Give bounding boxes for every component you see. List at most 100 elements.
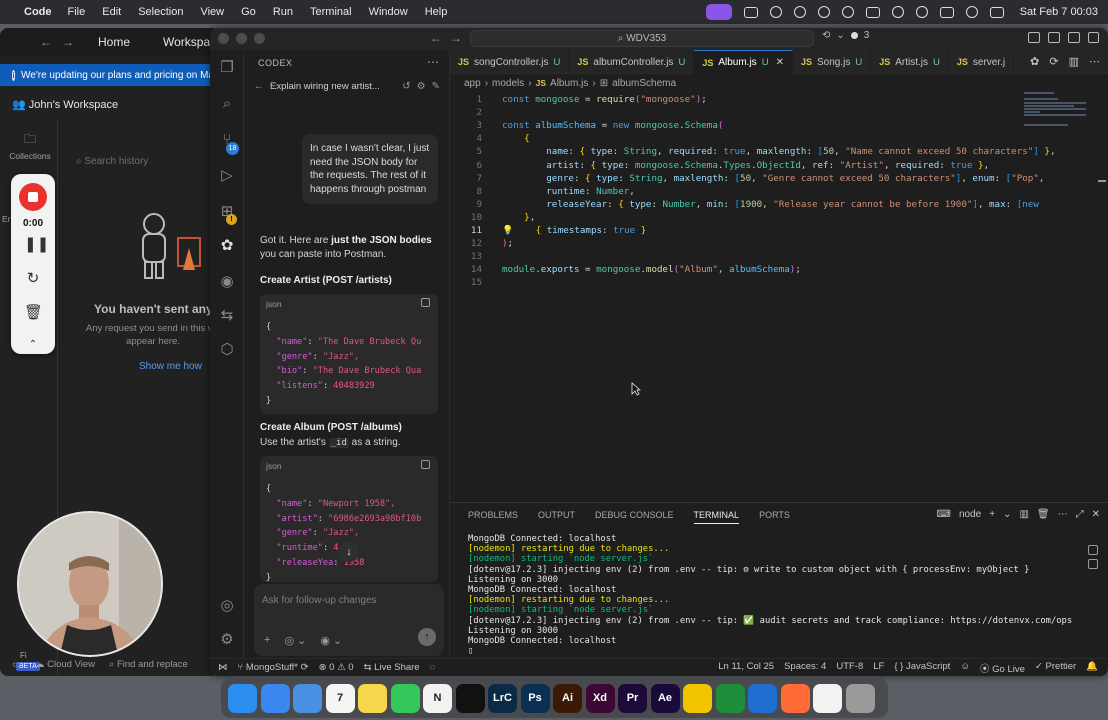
trash-icon[interactable]: 🗑 xyxy=(1037,509,1050,520)
clipboard-icon[interactable] xyxy=(743,6,758,18)
dock-photoshop-icon[interactable]: Ps xyxy=(520,683,550,713)
forward-arrow-icon[interactable]: → xyxy=(450,31,462,45)
model-selector-icon[interactable]: ◎ ⌄ xyxy=(284,634,306,647)
containers-icon[interactable]: ⬡ xyxy=(217,340,237,360)
album-json-code[interactable]: { "name": "Newport 1958", "artist": "698… xyxy=(266,482,421,582)
postman-home-tab[interactable]: Home xyxy=(90,30,140,54)
reasoning-selector-icon[interactable]: ◉ ⌄ xyxy=(320,634,342,647)
menu-view[interactable]: View xyxy=(200,6,224,18)
bluetooth-icon[interactable] xyxy=(915,6,928,18)
codex-icon[interactable]: ✿ xyxy=(217,236,237,256)
dock-notion-icon[interactable]: N xyxy=(423,683,452,713)
new-chat-icon[interactable]: ✎ xyxy=(432,81,440,92)
display-icon[interactable] xyxy=(865,6,880,18)
window-minimize-button[interactable] xyxy=(236,33,247,44)
settings-gear-icon[interactable]: ⚙ xyxy=(217,630,237,650)
trash-icon[interactable]: 🗑 xyxy=(24,304,43,322)
toggle-panel-icon[interactable] xyxy=(1048,32,1060,43)
postman-workspaces-tab[interactable]: Workspace xyxy=(155,30,214,54)
thread-title[interactable]: Explain wiring new artist... xyxy=(270,81,396,92)
layout-icon[interactable]: ▭ xyxy=(12,659,21,670)
panel-tab-output[interactable]: OUTPUT xyxy=(538,510,575,524)
panel-tab-debug-console[interactable]: DEBUG CONSOLE xyxy=(595,510,674,524)
play-icon[interactable] xyxy=(841,6,854,18)
workspace-name[interactable]: 👥 John's Workspace xyxy=(12,98,118,111)
compare-icon[interactable]: ⟳ xyxy=(1049,55,1058,68)
history-icon[interactable]: ↺ xyxy=(402,81,410,92)
scroll-down-arrow-icon[interactable]: ↓ xyxy=(339,542,359,562)
panel-tab-ports[interactable]: PORTS xyxy=(759,510,790,524)
cloud-view-button[interactable]: ☁ Cloud View xyxy=(35,659,95,670)
wifi-icon[interactable] xyxy=(965,6,978,18)
followup-input[interactable]: Ask for follow-up changes + ◎ ⌄ ◉ ⌄ ↑ xyxy=(254,584,444,656)
account-icon[interactable]: ◎ xyxy=(217,596,237,616)
battery-icon[interactable] xyxy=(939,6,954,18)
dock-calendar-icon[interactable]: 7 xyxy=(325,683,355,713)
more-icon[interactable]: ⌃ xyxy=(24,336,42,354)
dock-numbers-icon[interactable] xyxy=(715,683,745,713)
terminal-shell-name[interactable]: node xyxy=(959,509,981,520)
breadcrumb-symbol[interactable]: albumSchema xyxy=(612,78,676,89)
history-search[interactable]: ⌕ Search history xyxy=(76,156,148,167)
editor-tab[interactable]: JS albumController.js U xyxy=(569,50,695,74)
terminal-instance-icon[interactable] xyxy=(1088,559,1098,569)
remote-icon[interactable]: ⋈ xyxy=(218,662,228,673)
dock-lightroom-icon[interactable]: LrC xyxy=(488,683,517,713)
ports-icon[interactable]: ◌ xyxy=(430,662,436,673)
shield-icon[interactable] xyxy=(817,6,830,18)
pause-icon[interactable]: ❚❚ xyxy=(24,236,49,254)
add-context-icon[interactable]: + xyxy=(264,634,270,647)
menu-app-name[interactable]: Code xyxy=(24,6,52,18)
notifications-icon[interactable]: 🔔 xyxy=(1086,661,1098,675)
copy-icon[interactable] xyxy=(421,298,430,307)
prettier-status[interactable]: ✓ Prettier xyxy=(1035,661,1076,675)
forward-arrow-icon[interactable]: → xyxy=(62,35,74,49)
breadcrumb-models[interactable]: models xyxy=(492,78,524,89)
copy-icon[interactable] xyxy=(421,460,430,469)
menu-help[interactable]: Help xyxy=(425,6,448,18)
editor-tab[interactable]: JS Song.js U xyxy=(793,50,872,74)
terminal-output[interactable]: MongoDB Connected: localhost [nodemon] re… xyxy=(468,534,1072,656)
dock-trash-icon[interactable] xyxy=(845,683,875,713)
command-center[interactable]: ⌕ WDV353 xyxy=(470,30,814,47)
back-arrow-icon[interactable]: ← xyxy=(40,35,52,49)
dock-illustrator-icon[interactable]: Ai xyxy=(553,683,582,713)
menu-selection[interactable]: Selection xyxy=(138,6,183,18)
back-arrow-icon[interactable]: ← xyxy=(430,31,442,45)
show-me-how-link[interactable]: Show me how xyxy=(139,361,202,372)
dock-notes-icon[interactable] xyxy=(358,683,387,713)
dock-vscode-icon[interactable] xyxy=(748,683,777,713)
github-icon[interactable]: ◉ xyxy=(217,272,237,292)
window-zoom-button[interactable] xyxy=(254,33,265,44)
openai-icon[interactable]: ✿ xyxy=(1030,55,1039,68)
encoding[interactable]: UTF-8 xyxy=(836,661,863,675)
screen-recording-icon[interactable] xyxy=(705,4,732,20)
lightbulb-icon[interactable]: 💡 xyxy=(502,225,513,236)
search-icon[interactable]: ⌕ xyxy=(217,94,237,114)
breadcrumb-file[interactable]: Album.js xyxy=(550,78,588,89)
customize-layout-icon[interactable] xyxy=(1088,32,1099,43)
settings-gear-icon[interactable]: ⚙ xyxy=(417,81,426,92)
problems-status[interactable]: ⊗ 0 ⚠ 0 xyxy=(319,662,354,673)
split-editor-icon[interactable]: ▥ xyxy=(1069,55,1079,68)
editor-tab[interactable]: JS Artist.js U xyxy=(871,50,949,74)
control-center-icon[interactable] xyxy=(989,6,1004,18)
close-icon[interactable]: ✕ xyxy=(776,57,784,68)
run-debug-icon[interactable]: ▷ xyxy=(217,166,237,186)
panel-tab-terminal[interactable]: TERMINAL xyxy=(693,510,740,524)
split-terminal-icon[interactable]: ▥ xyxy=(1019,509,1028,520)
artist-json-code[interactable]: { "name": "The Dave Brubeck Qu "genre": … xyxy=(266,320,421,409)
back-arrow-icon[interactable]: ← xyxy=(254,81,264,92)
more-actions-icon[interactable]: ⋯ xyxy=(1058,509,1068,520)
creative-cloud-icon[interactable] xyxy=(769,6,782,18)
breadcrumb-app[interactable]: app xyxy=(464,78,481,89)
toggle-secondary-sidebar-icon[interactable] xyxy=(1068,32,1080,43)
volume-icon[interactable] xyxy=(891,6,904,18)
menu-file[interactable]: File xyxy=(68,6,86,18)
editor-tab[interactable]: JS songController.js U xyxy=(450,50,570,74)
dock-after-effects-icon[interactable]: Ae xyxy=(650,683,680,713)
branch-status[interactable]: ⑂ MongoStuff* ⟳ xyxy=(238,662,309,673)
restart-icon[interactable]: ↻ xyxy=(24,270,42,288)
dock-mail-icon[interactable] xyxy=(293,683,322,713)
panel-tab-problems[interactable]: PROBLEMS xyxy=(468,510,518,524)
